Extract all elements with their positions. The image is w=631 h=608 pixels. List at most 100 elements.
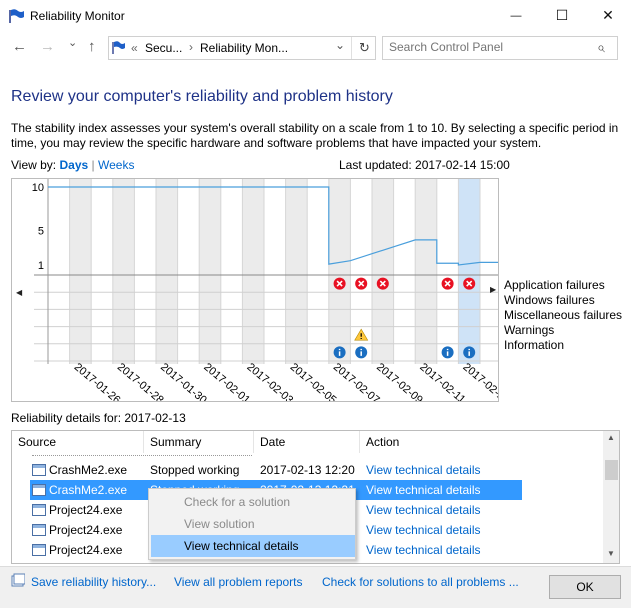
column-header-date[interactable]: Date xyxy=(254,431,360,453)
forward-icon[interactable]: → xyxy=(40,38,55,55)
minimize-icon: — xyxy=(510,9,522,22)
chart-day-column[interactable] xyxy=(134,179,156,364)
view-all-problem-reports-link[interactable]: View all problem reports xyxy=(174,575,303,589)
breadcrumb-reliability-monitor[interactable]: Reliability Mon... xyxy=(200,41,288,55)
scrollbar-thumb[interactable] xyxy=(605,460,618,480)
chart-day-column[interactable] xyxy=(264,179,286,364)
save-icon xyxy=(11,573,25,587)
search-box[interactable]: ⌕ xyxy=(382,36,618,60)
address-bar[interactable]: « Secu... › Reliability Mon... ⌄ ↻ xyxy=(108,36,376,60)
scroll-down-icon[interactable]: ▼ xyxy=(607,549,615,558)
back-icon[interactable]: ← xyxy=(12,38,27,55)
application-icon xyxy=(32,504,46,516)
view-technical-details-link[interactable]: View technical details xyxy=(366,520,481,540)
x-tick-label: 2017-02-05 xyxy=(288,361,339,401)
table-row[interactable]: CrashMe2.exe Stopped working 2017-02-13 … xyxy=(12,460,602,480)
x-tick-label: 2017-02-09 xyxy=(374,361,425,401)
last-updated: Last updated: 2017-02-14 15:00 xyxy=(339,158,510,172)
close-icon: ✕ xyxy=(602,7,614,23)
menu-item-check-for-solution[interactable]: Check for a solution xyxy=(151,491,355,513)
application-icon xyxy=(32,524,46,536)
x-tick-label: 2017-02-07 xyxy=(331,361,382,401)
breadcrumb-overflow-icon[interactable]: « xyxy=(131,41,138,55)
chart-day-column[interactable] xyxy=(199,179,221,364)
view-by-label: View by: xyxy=(11,158,57,172)
y-tick-label: 5 xyxy=(38,225,44,237)
legend-application-failures: Application failures xyxy=(504,278,605,292)
chart-day-column[interactable] xyxy=(436,179,459,364)
minimize-button[interactable]: — xyxy=(493,0,539,31)
chart-day-column[interactable] xyxy=(177,179,200,364)
address-dropdown-icon[interactable]: ⌄ xyxy=(335,38,345,52)
refresh-icon[interactable]: ↻ xyxy=(359,40,370,56)
sort-ascending-icon: ^ xyxy=(302,430,307,436)
details-scrollbar[interactable]: ▲ ▼ xyxy=(603,431,619,563)
control-panel-icon xyxy=(112,41,125,54)
view-technical-details-link[interactable]: View technical details xyxy=(366,480,481,500)
legend-information: Information xyxy=(504,338,565,352)
view-by: View by: Days | Weeks xyxy=(11,158,134,172)
view-by-separator: | xyxy=(91,158,95,172)
page-title: Review your computer's reliability and p… xyxy=(11,88,393,105)
legend-miscellaneous-failures: Miscellaneous failures xyxy=(504,308,623,322)
x-tick-label: 2017-01-30 xyxy=(158,361,209,401)
x-tick-label: 2017-02-01 xyxy=(201,361,252,401)
maximize-icon: ☐ xyxy=(555,7,569,23)
reliability-flag-icon xyxy=(9,9,24,23)
ok-button[interactable]: OK xyxy=(549,575,621,599)
chart-day-column[interactable] xyxy=(91,179,113,364)
column-header-source[interactable]: Source xyxy=(12,431,144,453)
x-tick-label: 2017-01-28 xyxy=(115,361,166,401)
chart-day-column[interactable] xyxy=(458,179,480,364)
chart-day-column[interactable] xyxy=(48,179,70,364)
maximize-button[interactable]: ☐ xyxy=(539,0,585,31)
close-button[interactable]: ✕ xyxy=(585,0,631,31)
reliability-chart[interactable]: 10 5 1 ◀ 2017-01-26 2017-01-28 2017-01-30 2017-… xyxy=(11,178,499,402)
y-tick-label: 1 xyxy=(38,260,44,272)
view-by-weeks-link[interactable]: Weeks xyxy=(98,158,134,172)
column-header-action[interactable]: Action xyxy=(360,431,603,453)
chart-day-column[interactable] xyxy=(415,179,437,364)
save-reliability-history-link[interactable]: Save reliability history... xyxy=(31,575,156,589)
chart-day-column[interactable] xyxy=(69,179,92,364)
column-header-summary[interactable]: Summary xyxy=(144,431,254,453)
chart-day-column[interactable] xyxy=(242,179,264,364)
view-technical-details-link[interactable]: View technical details xyxy=(366,460,481,480)
chart-scroll-left-icon[interactable]: ◀ xyxy=(16,288,23,297)
chart-day-column[interactable] xyxy=(112,179,135,364)
legend-windows-failures: Windows failures xyxy=(504,293,595,307)
context-menu[interactable]: Check for a solution View solution View … xyxy=(148,488,356,560)
search-icon[interactable]: ⌕ xyxy=(597,39,605,56)
reliability-chart-svg[interactable]: 1051◀2017-01-262017-01-282017-01-302017-… xyxy=(12,179,498,401)
view-technical-details-link[interactable]: View technical details xyxy=(366,540,481,560)
scroll-up-icon[interactable]: ▲ xyxy=(607,433,615,442)
window-title: Reliability Monitor xyxy=(30,9,125,23)
view-by-days-link[interactable]: Days xyxy=(59,158,88,172)
breadcrumb-security[interactable]: Secu... xyxy=(145,41,182,55)
legend-warnings: Warnings xyxy=(504,323,555,337)
chart-day-column[interactable] xyxy=(220,179,243,364)
page-description: The stability index assesses your system… xyxy=(11,121,619,150)
search-input[interactable] xyxy=(389,40,589,54)
chart-day-column[interactable] xyxy=(285,179,308,364)
check-for-solutions-link[interactable]: Check for solutions to all problems ... xyxy=(322,575,519,589)
application-icon xyxy=(32,544,46,556)
up-icon[interactable]: ↑ xyxy=(88,38,96,55)
chart-day-column[interactable] xyxy=(156,179,178,364)
x-tick-label: 2017-02-03 xyxy=(244,361,295,401)
chart-day-column[interactable] xyxy=(328,179,351,364)
menu-item-view-technical-details[interactable]: View technical details xyxy=(151,535,355,557)
menu-item-view-solution[interactable]: View solution xyxy=(151,513,355,535)
chart-day-column[interactable] xyxy=(372,179,394,364)
chart-day-column[interactable] xyxy=(393,179,416,364)
details-label: Reliability details for: 2017-02-13 xyxy=(11,411,186,425)
breadcrumb-separator-icon: › xyxy=(189,40,193,54)
chart-day-column[interactable] xyxy=(480,179,498,364)
x-tick-label: 2017-02-11 xyxy=(417,361,467,401)
view-technical-details-link[interactable]: View technical details xyxy=(366,500,481,520)
chart-day-column[interactable] xyxy=(307,179,329,364)
recent-locations-icon[interactable]: ⌄ xyxy=(68,36,77,49)
application-icon xyxy=(32,464,46,476)
y-tick-label: 10 xyxy=(32,182,44,194)
chart-scroll-right-icon[interactable]: ▶ xyxy=(490,285,496,294)
